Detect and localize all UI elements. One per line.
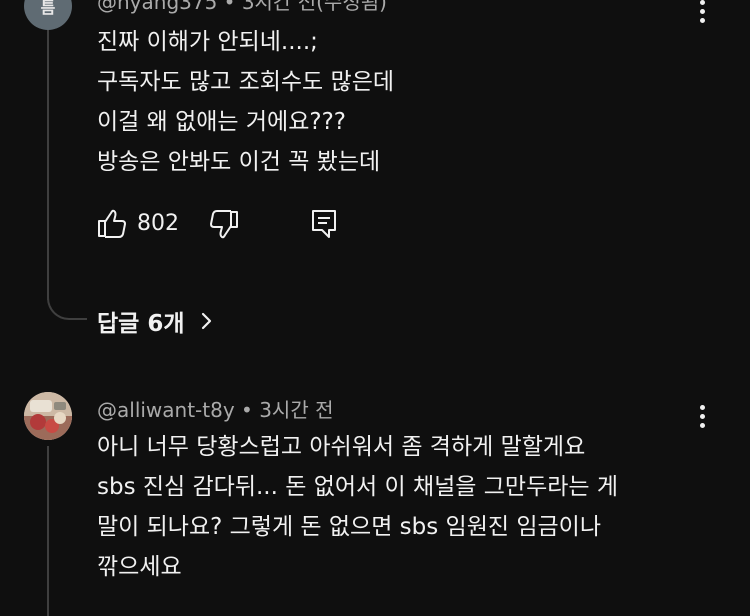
comment-meta: @alliwant-t8y • 3시간 전 xyxy=(97,394,334,423)
comment-line: 이걸 왜 없애는 거에요??? xyxy=(97,109,346,135)
avatar-photo-icon xyxy=(24,392,72,440)
comment-body: 아니 너무 당황스럽고 아쉬워서 좀 격하게 말할게요 sbs 진심 감다뒤..… xyxy=(97,427,618,587)
more-options-icon[interactable] xyxy=(692,0,712,26)
thread-line xyxy=(47,30,49,300)
like-count: 802 xyxy=(137,210,179,236)
chevron-right-icon xyxy=(201,312,211,330)
comment-author[interactable]: @hyang375 xyxy=(97,0,217,14)
comment-line: sbs 진심 감다뒤... 돈 없어서 이 채널을 그만두라는 게 xyxy=(97,474,619,500)
thumbs-up-icon xyxy=(98,209,126,238)
separator-dot: • xyxy=(223,0,242,14)
thread-line xyxy=(47,446,49,616)
comment-line: 깎으세요 xyxy=(97,554,182,580)
dislike-button[interactable] xyxy=(209,209,239,241)
comment-line: 방송은 안봐도 이건 꼭 봤는데 xyxy=(97,149,381,175)
comment-body: 진짜 이해가 안되네....; 구독자도 많고 조회수도 많은데 이걸 왜 없애… xyxy=(97,22,394,182)
avatar-letter: 틈 xyxy=(40,0,56,17)
comment-line: 말이 되나요? 그렇게 돈 없으면 sbs 임원진 임금이나 xyxy=(97,514,601,540)
thread-line-curve xyxy=(47,280,87,320)
replies-toggle-button[interactable]: 답글 6개 xyxy=(97,304,217,338)
comment-line: 구독자도 많고 조회수도 많은데 xyxy=(97,69,395,95)
avatar[interactable] xyxy=(24,392,72,440)
like-button[interactable]: 802 xyxy=(97,207,179,239)
comment-time: 3시간 전 xyxy=(259,398,334,422)
separator-dot: • xyxy=(241,398,260,422)
comment-time: 3시간 전(수정됨) xyxy=(241,0,387,14)
comment-meta: @hyang375 • 3시간 전(수정됨) xyxy=(97,0,387,15)
comment-line: 아니 너무 당황스럽고 아쉬워서 좀 격하게 말할게요 xyxy=(97,434,586,460)
comment-line: 진짜 이해가 안되네....; xyxy=(97,29,318,55)
reply-button[interactable] xyxy=(310,208,338,240)
thumbs-down-icon xyxy=(210,210,238,239)
replies-label: 답글 6개 xyxy=(97,311,185,337)
avatar[interactable]: 틈 xyxy=(24,0,72,30)
more-options-icon[interactable] xyxy=(692,401,712,431)
comment-author[interactable]: @alliwant-t8y xyxy=(97,398,235,422)
reply-comment-icon xyxy=(312,210,336,238)
